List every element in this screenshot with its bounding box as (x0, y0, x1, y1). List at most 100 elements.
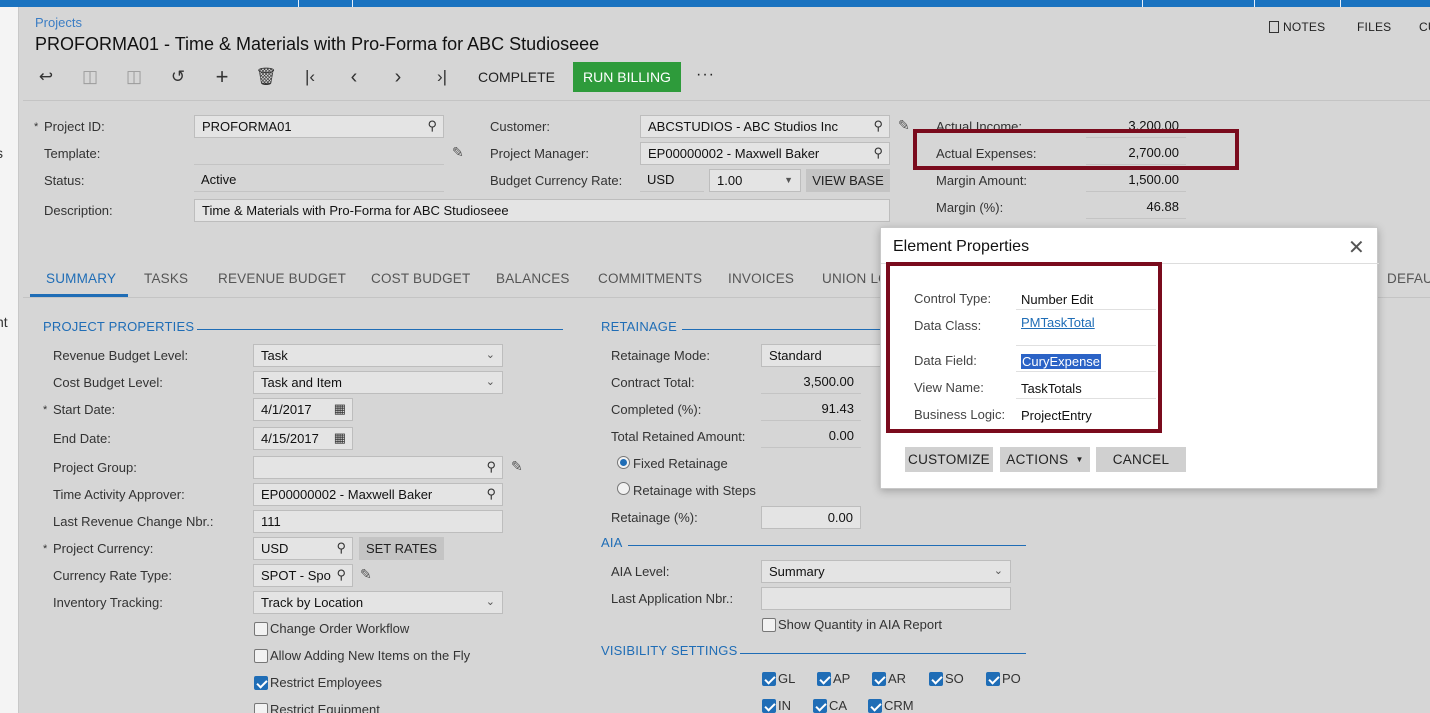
retainage-title: RETAINAGE (601, 319, 677, 334)
inventory-tracking-select[interactable]: Track by Location ⌄ (253, 591, 503, 614)
start-date-input[interactable]: 4/1/2017 ▦ (253, 398, 353, 421)
search-icon[interactable]: ⚲ (486, 459, 496, 475)
edit-customer-icon[interactable]: ✎ (898, 117, 910, 134)
actions-button[interactable]: ACTIONS ▼ (1000, 447, 1090, 472)
visibility-ap-checkbox[interactable] (817, 672, 831, 686)
tab-union-locals[interactable]: UNION LO (822, 271, 889, 286)
tab-commitments[interactable]: COMMITMENTS (598, 271, 702, 286)
change-order-workflow-checkbox[interactable] (254, 622, 268, 636)
budget-currency-value: USD (640, 169, 704, 192)
retainage-mode-select[interactable]: Standard (761, 344, 881, 367)
visibility-crm-checkbox[interactable] (868, 699, 882, 713)
search-icon[interactable]: ⚲ (427, 118, 437, 134)
project-id-input[interactable]: PROFORMA01 ⚲ (194, 115, 444, 138)
visibility-po-checkbox[interactable] (986, 672, 1000, 686)
run-billing-button[interactable]: RUN BILLING (573, 62, 681, 92)
visibility-gl-checkbox[interactable] (762, 672, 776, 686)
visibility-in-checkbox[interactable] (762, 699, 776, 713)
save-icon[interactable]: ◫ (122, 66, 146, 88)
required-marker: * (43, 543, 48, 555)
close-icon[interactable]: ✕ (1348, 235, 1365, 260)
save-close-icon[interactable]: ◫ (78, 66, 102, 88)
time-activity-approver-value: EP00000002 - Maxwell Baker (261, 487, 433, 502)
show-quantity-checkbox[interactable] (762, 618, 776, 632)
revenue-budget-level-select[interactable]: Task ⌄ (253, 344, 503, 367)
last-record-icon[interactable]: ›| (430, 66, 454, 88)
contract-total-label: Contract Total: (611, 375, 695, 390)
calendar-icon[interactable]: ▦ (334, 430, 346, 446)
fixed-retainage-radio[interactable] (617, 456, 630, 469)
customer-input[interactable]: ABCSTUDIOS - ABC Studios Inc ⚲ (640, 115, 890, 138)
notes-button[interactable]: NOTES (1269, 20, 1325, 34)
tab-invoices[interactable]: INVOICES (728, 271, 794, 286)
view-base-button[interactable]: VIEW BASE (806, 169, 890, 192)
search-icon[interactable]: ⚲ (873, 145, 883, 161)
budget-rate-select[interactable]: 1.00 ▼ (709, 169, 801, 192)
currency-rate-type-input[interactable]: SPOT - Spo ⚲ (253, 564, 353, 587)
visibility-settings-title: VISIBILITY SETTINGS (601, 643, 738, 658)
next-record-icon[interactable]: › (386, 66, 410, 88)
highlight-box-properties (886, 262, 1162, 433)
customize-menu-button[interactable]: CU (1419, 20, 1430, 34)
project-group-input[interactable]: ⚲ (253, 456, 503, 479)
cancel-button[interactable]: CANCEL (1096, 447, 1186, 472)
margin-amount-value: 1,500.00 (1086, 169, 1186, 192)
restrict-employees-checkbox[interactable] (254, 676, 268, 690)
project-currency-label: Project Currency: (53, 541, 154, 556)
retainage-mode-label: Retainage Mode: (611, 348, 711, 363)
description-input[interactable]: Time & Materials with Pro-Forma for ABC … (194, 199, 890, 222)
visibility-so-checkbox[interactable] (929, 672, 943, 686)
set-rates-button[interactable]: SET RATES (359, 537, 444, 560)
previous-record-icon[interactable]: ‹ (342, 66, 366, 88)
visibility-ap-label: AP (833, 671, 851, 686)
visibility-ca-checkbox[interactable] (813, 699, 827, 713)
visibility-ar-checkbox[interactable] (872, 672, 886, 686)
back-icon[interactable]: ↩ (34, 66, 58, 88)
project-currency-input[interactable]: USD ⚲ (253, 537, 353, 560)
cost-budget-level-select[interactable]: Task and Item ⌄ (253, 371, 503, 394)
tab-default-values[interactable]: DEFAU (1387, 271, 1430, 286)
delete-icon[interactable]: 🗑 (254, 66, 278, 88)
tab-tasks[interactable]: TASKS (144, 271, 188, 286)
tab-balances[interactable]: BALANCES (496, 271, 570, 286)
project-manager-input[interactable]: EP00000002 - Maxwell Baker ⚲ (640, 142, 890, 165)
allow-adding-items-checkbox[interactable] (254, 649, 268, 663)
retainage-with-steps-radio[interactable] (617, 482, 630, 495)
tab-revenue-budget[interactable]: REVENUE BUDGET (218, 271, 346, 286)
time-activity-approver-input[interactable]: EP00000002 - Maxwell Baker ⚲ (253, 483, 503, 506)
search-icon[interactable]: ⚲ (873, 118, 883, 134)
search-icon[interactable]: ⚲ (336, 540, 346, 556)
last-revenue-change-input[interactable]: 111 (253, 510, 503, 533)
currency-rate-type-label: Currency Rate Type: (53, 568, 172, 583)
edit-template-icon[interactable]: ✎ (452, 144, 464, 161)
search-icon[interactable]: ⚲ (486, 486, 496, 502)
status-value[interactable]: Active (194, 169, 444, 192)
restrict-employees-label: Restrict Employees (270, 675, 382, 690)
add-icon[interactable]: + (210, 66, 234, 88)
edit-currency-rate-type-icon[interactable]: ✎ (360, 566, 372, 583)
complete-button[interactable]: COMPLETE (478, 69, 555, 85)
aia-level-select[interactable]: Summary ⌄ (761, 560, 1011, 583)
files-button[interactable]: FILES (1357, 20, 1391, 34)
customize-button[interactable]: CUSTOMIZE (905, 447, 993, 472)
more-actions-button[interactable]: ··· (696, 66, 715, 84)
revenue-budget-level-label: Revenue Budget Level: (53, 348, 189, 363)
template-input[interactable] (194, 142, 444, 165)
inventory-tracking-value: Track by Location (261, 595, 364, 610)
undo-icon[interactable]: ↺ (166, 66, 190, 88)
end-date-input[interactable]: 4/15/2017 ▦ (253, 427, 353, 450)
customer-label: Customer: (490, 119, 550, 134)
tab-summary[interactable]: SUMMARY (46, 271, 116, 286)
retainage-pct-input[interactable]: 0.00 (761, 506, 861, 529)
visibility-so-label: SO (945, 671, 964, 686)
notes-icon (1269, 21, 1279, 33)
calendar-icon[interactable]: ▦ (334, 401, 346, 417)
edit-project-group-icon[interactable]: ✎ (511, 458, 523, 475)
tab-cost-budget[interactable]: COST BUDGET (371, 271, 470, 286)
breadcrumb[interactable]: Projects (35, 15, 82, 30)
last-application-input[interactable] (761, 587, 1011, 610)
change-order-workflow-label: Change Order Workflow (270, 621, 410, 636)
first-record-icon[interactable]: |‹ (298, 66, 322, 88)
restrict-equipment-checkbox[interactable] (254, 703, 268, 713)
search-icon[interactable]: ⚲ (336, 567, 346, 583)
